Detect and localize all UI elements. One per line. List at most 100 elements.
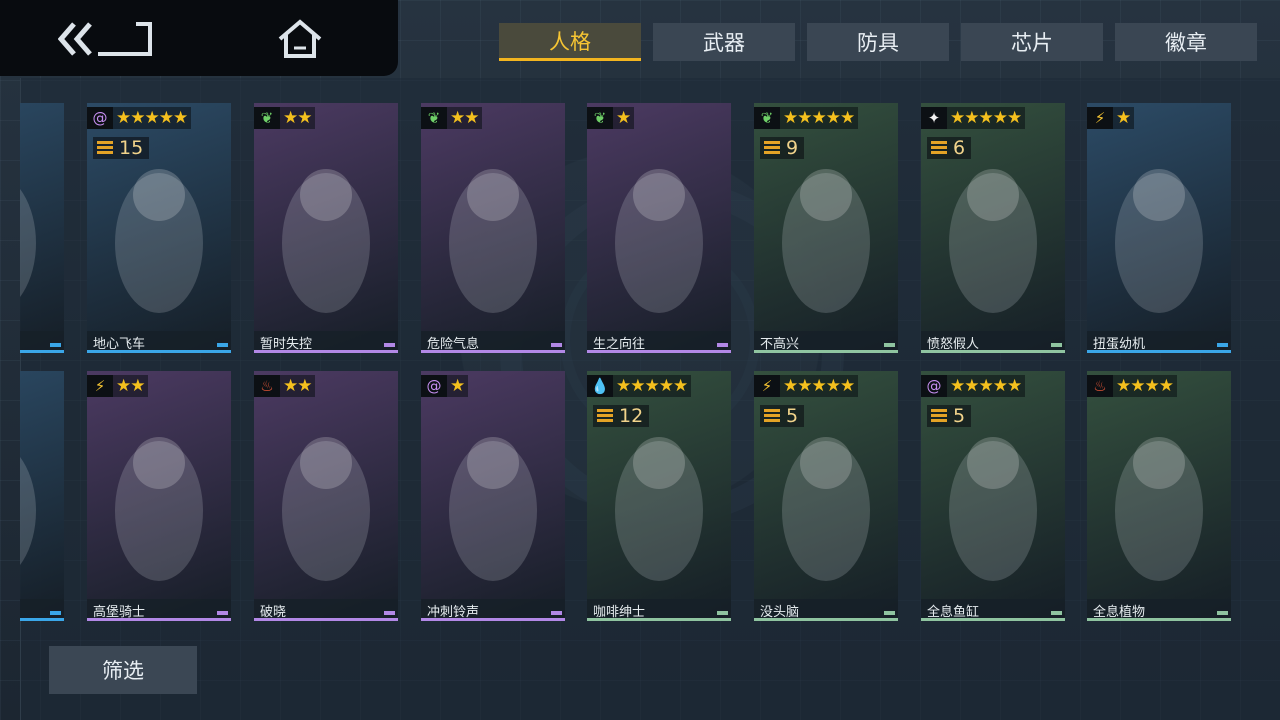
top-nav-bar bbox=[0, 0, 398, 76]
item-card[interactable]: ♨ ★★★★ 全息植物 bbox=[1087, 371, 1231, 621]
item-card[interactable]: ❦ ★ 生之向往 bbox=[587, 103, 731, 353]
level-badge: 9 bbox=[760, 137, 805, 159]
rarity-stars: ⚡ ★★ bbox=[87, 375, 149, 397]
rarity-underline bbox=[421, 618, 565, 621]
rarity-tag bbox=[1217, 343, 1228, 347]
rarity-underline bbox=[87, 618, 231, 621]
item-card[interactable]: 💧 ★★★★★ 12 咖啡绅士 bbox=[587, 371, 731, 621]
rarity-underline bbox=[921, 618, 1065, 621]
level-badge: 5 bbox=[760, 405, 805, 427]
lightning-element-icon: ⚡ bbox=[87, 375, 113, 397]
level-stack-icon bbox=[764, 409, 780, 423]
level-badge: 12 bbox=[593, 405, 650, 427]
spiral-element-icon: @ bbox=[87, 107, 113, 129]
star-icons: ★★★★★ bbox=[950, 376, 1022, 396]
spark-element-icon: ✦ bbox=[921, 107, 947, 129]
rarity-stars: ♨ ★★ bbox=[254, 375, 316, 397]
rarity-tag bbox=[217, 343, 228, 347]
fire-element-icon: ♨ bbox=[254, 375, 280, 397]
item-card[interactable]: @ ★★★★★ 5 全息鱼缸 bbox=[921, 371, 1065, 621]
star-icons: ★★★★ bbox=[1116, 376, 1174, 396]
item-card[interactable]: ♨ ★★ 破晓 bbox=[254, 371, 398, 621]
star-icons: ★★★★★ bbox=[783, 376, 855, 396]
rarity-tag bbox=[1051, 343, 1062, 347]
item-card[interactable]: ⚡ ★ 扭蛋幼机 bbox=[1087, 103, 1231, 353]
spiral-element-icon: @ bbox=[421, 375, 447, 397]
rarity-tag bbox=[717, 343, 728, 347]
back-button[interactable] bbox=[57, 20, 158, 58]
home-icon bbox=[278, 19, 322, 58]
rarity-underline bbox=[1087, 618, 1231, 621]
leaf-element-icon: ❦ bbox=[254, 107, 280, 129]
tab-armor[interactable]: 防具 bbox=[807, 23, 949, 61]
card-artwork bbox=[20, 103, 64, 353]
level-value: 5 bbox=[786, 405, 799, 427]
card-artwork bbox=[254, 371, 398, 621]
double-chevron-back-icon bbox=[57, 22, 152, 56]
item-card[interactable]: ⚡ ★★ 高堡骑士 bbox=[87, 371, 231, 621]
leaf-element-icon: ❦ bbox=[587, 107, 613, 129]
tab-badges[interactable]: 徽章 bbox=[1115, 23, 1257, 61]
level-value: 12 bbox=[619, 405, 644, 427]
level-value: 6 bbox=[953, 137, 966, 159]
item-card[interactable]: ❦ ★★ 暂时失控 bbox=[254, 103, 398, 353]
lightning-element-icon: ⚡ bbox=[754, 375, 780, 397]
lightning-element-icon: ⚡ bbox=[1087, 107, 1113, 129]
rarity-underline bbox=[1087, 350, 1231, 353]
item-card[interactable]: ✦ ★★★★★ 6 愤怒假人 bbox=[921, 103, 1065, 353]
rarity-underline bbox=[587, 350, 731, 353]
rarity-tag bbox=[717, 611, 728, 615]
rarity-stars: @ ★★★★★ bbox=[87, 107, 192, 129]
filter-button[interactable]: 筛选 bbox=[49, 646, 197, 694]
card-artwork bbox=[421, 103, 565, 353]
rarity-underline bbox=[20, 618, 64, 621]
item-card[interactable]: ⚡ ★★★★★ 5 没头脑 bbox=[754, 371, 898, 621]
fire-element-icon: ♨ bbox=[1087, 375, 1113, 397]
star-icons: ★★★★★ bbox=[616, 376, 688, 396]
rarity-underline bbox=[754, 350, 898, 353]
home-button[interactable] bbox=[276, 18, 324, 60]
item-card[interactable]: ⚡★ bbox=[20, 103, 64, 353]
card-grid: ⚡★@★★★★★15地心飞车❦★★暂时失控❦★★危险气息❦★生之向往❦★★★★★… bbox=[20, 100, 1260, 628]
rarity-tag bbox=[551, 611, 562, 615]
rarity-tag bbox=[217, 611, 228, 615]
rarity-underline bbox=[421, 350, 565, 353]
rarity-underline bbox=[20, 350, 64, 353]
rarity-stars: ⚡ ★ bbox=[1087, 107, 1135, 129]
rarity-tag bbox=[551, 343, 562, 347]
item-card[interactable]: ⚡★ bbox=[20, 371, 64, 621]
level-badge: 5 bbox=[927, 405, 972, 427]
star-icons: ★★ bbox=[116, 376, 146, 396]
card-artwork bbox=[421, 371, 565, 621]
water-element-icon: 💧 bbox=[587, 375, 613, 397]
star-icons: ★★★★★ bbox=[950, 108, 1022, 128]
star-icons: ★ bbox=[450, 376, 465, 396]
category-tabs: 人格 武器 防具 芯片 徽章 bbox=[499, 23, 1257, 61]
rarity-tag bbox=[50, 343, 61, 347]
star-icons: ★★ bbox=[283, 108, 313, 128]
rarity-tag bbox=[1217, 611, 1228, 615]
level-badge: 6 bbox=[927, 137, 972, 159]
rarity-stars: 💧 ★★★★★ bbox=[587, 375, 692, 397]
star-icons: ★★ bbox=[283, 376, 313, 396]
item-card[interactable]: ❦ ★★★★★ 9 不高兴 bbox=[754, 103, 898, 353]
card-artwork bbox=[1087, 103, 1231, 353]
tab-weapons[interactable]: 武器 bbox=[653, 23, 795, 61]
rarity-stars: ⚡ ★★★★★ bbox=[754, 375, 859, 397]
rarity-tag bbox=[50, 611, 61, 615]
item-card[interactable]: ❦ ★★ 危险气息 bbox=[421, 103, 565, 353]
rarity-underline bbox=[754, 618, 898, 621]
tab-personality[interactable]: 人格 bbox=[499, 23, 641, 61]
rarity-underline bbox=[587, 618, 731, 621]
rarity-stars: @ ★ bbox=[421, 375, 469, 397]
level-badge: 15 bbox=[93, 137, 150, 159]
leaf-element-icon: ❦ bbox=[421, 107, 447, 129]
item-card[interactable]: @ ★ 冲刺铃声 bbox=[421, 371, 565, 621]
level-stack-icon bbox=[931, 141, 947, 155]
rarity-stars: @ ★★★★★ bbox=[921, 375, 1026, 397]
card-artwork bbox=[1087, 371, 1231, 621]
level-value: 15 bbox=[119, 137, 144, 159]
item-card[interactable]: @ ★★★★★ 15 地心飞车 bbox=[87, 103, 231, 353]
tab-chips[interactable]: 芯片 bbox=[961, 23, 1103, 61]
rarity-stars: ❦ ★★★★★ bbox=[754, 107, 859, 129]
